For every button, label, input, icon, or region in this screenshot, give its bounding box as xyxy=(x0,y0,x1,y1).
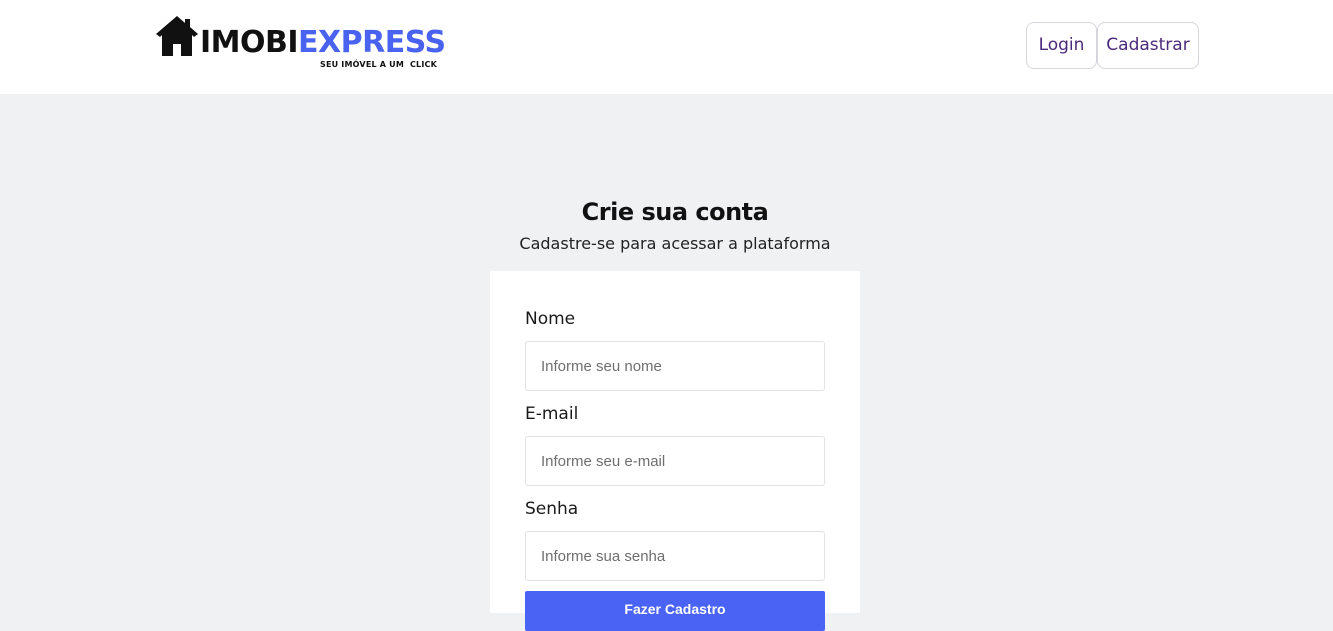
signup-nav-button[interactable]: Cadastrar xyxy=(1097,22,1199,69)
top-header: IMOBIEXPRESS SEU IMÓVEL A UM CLICK Login… xyxy=(0,0,1333,94)
email-label: E-mail xyxy=(525,404,579,424)
page-title: Crie sua conta xyxy=(581,198,769,226)
page-subtitle: Cadastre-se para acessar a plataforma xyxy=(519,234,831,253)
logo-wordmark-imobi: IMOBI xyxy=(200,25,299,60)
signup-form-card: Nome E-mail Senha Fazer Cadastro xyxy=(490,271,860,631)
house-icon xyxy=(156,16,198,56)
brand-logo[interactable]: IMOBIEXPRESS SEU IMÓVEL A UM CLICK xyxy=(154,14,454,74)
email-input[interactable] xyxy=(525,436,825,486)
logo-wordmark-express: EXPRESS xyxy=(298,25,446,60)
password-label: Senha xyxy=(525,499,579,519)
name-label: Nome xyxy=(525,309,576,329)
logo-wordmark: IMOBIEXPRESS xyxy=(200,26,446,60)
login-button[interactable]: Login xyxy=(1026,22,1097,69)
password-input[interactable] xyxy=(525,531,825,581)
submit-signup-button[interactable]: Fazer Cadastro xyxy=(525,591,825,631)
logo-tagline: SEU IMÓVEL A UM CLICK xyxy=(320,60,437,69)
name-input[interactable] xyxy=(525,341,825,391)
